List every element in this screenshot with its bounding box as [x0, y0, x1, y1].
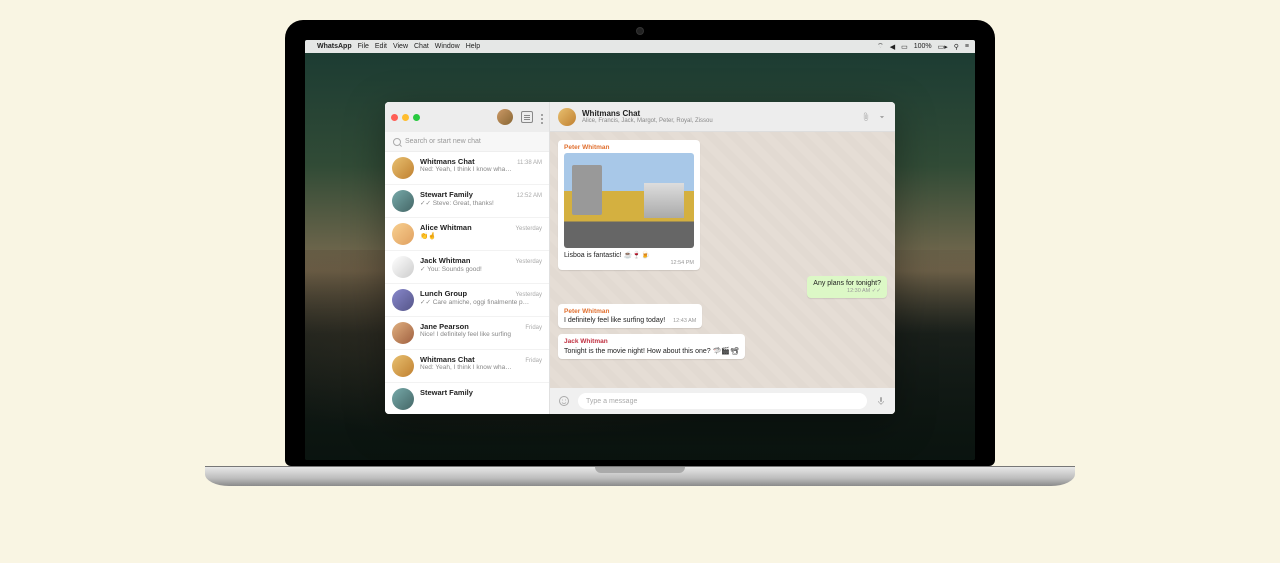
mac-menubar: WhatsApp File Edit View Chat Window Help… — [305, 40, 975, 53]
menubar-app-name[interactable]: WhatsApp — [317, 43, 352, 50]
sidebar-header — [385, 102, 549, 132]
chat-list-item[interactable]: Lunch GroupYesterday ✓✓ Care amiche, ogg… — [385, 284, 549, 317]
laptop-base — [205, 466, 1075, 486]
spotlight-icon[interactable]: ⚲ — [954, 43, 959, 51]
message-sender: Jack Whitman — [564, 338, 739, 345]
attach-icon[interactable] — [861, 112, 871, 122]
laptop-notch — [595, 467, 685, 473]
message-text: Lisboa is fantastic! ☕🍷🍺 — [564, 251, 694, 259]
message-in[interactable]: Jack Whitman Tonight is the movie night!… — [558, 334, 745, 359]
laptop-frame: WhatsApp File Edit View Chat Window Help… — [285, 20, 995, 486]
minimize-icon[interactable] — [402, 114, 409, 121]
battery-text: 100% — [914, 43, 932, 50]
message-in[interactable]: Peter Whitman I definitely feel like sur… — [558, 304, 702, 328]
message-area: Peter Whitman Lisboa is fantastic! ☕🍷🍺 1… — [550, 132, 895, 388]
chat-list-item[interactable]: Jane PearsonFriday Nice! I definitely fe… — [385, 317, 549, 350]
avatar-icon — [392, 157, 414, 179]
message-sender: Peter Whitman — [564, 308, 696, 315]
search-bar[interactable]: Search or start new chat — [385, 132, 549, 152]
menu-extras-icon[interactable]: ≡ — [965, 43, 969, 50]
chat-list-item[interactable]: Alice WhitmanYesterday 👏🤞 — [385, 218, 549, 251]
message-sender: Peter Whitman — [564, 144, 694, 151]
camera-icon — [637, 28, 643, 34]
mic-icon[interactable] — [875, 395, 887, 407]
message-text: Any plans for tonight? — [813, 280, 881, 287]
chat-list-item[interactable]: Whitmans ChatFriday Ned: Yeah, I think I… — [385, 350, 549, 383]
avatar-icon — [392, 322, 414, 344]
menu-icon[interactable] — [541, 113, 543, 122]
menu-chat[interactable]: Chat — [414, 43, 429, 50]
wifi-icon[interactable]: ⌔ — [877, 42, 884, 51]
message-input[interactable]: Type a message — [578, 393, 867, 409]
search-icon — [393, 138, 401, 146]
menu-window[interactable]: Window — [435, 43, 460, 50]
chat-participants: Alice, Francis, Jack, Margot, Peter, Roy… — [582, 118, 855, 124]
menu-edit[interactable]: Edit — [375, 43, 387, 50]
message-out[interactable]: Any plans for tonight? 12:30 AM ✓✓ — [807, 276, 887, 298]
avatar-icon — [392, 355, 414, 377]
sidebar: Search or start new chat Whitmans Chat11… — [385, 102, 550, 414]
composer: Type a message — [550, 388, 895, 414]
chat-title: Whitmans Chat — [582, 109, 855, 118]
volume-icon[interactable]: ◀ — [890, 43, 895, 51]
menu-help[interactable]: Help — [466, 43, 480, 50]
chevron-down-icon[interactable] — [877, 112, 887, 122]
message-time: 12:30 AM ✓✓ — [813, 288, 881, 294]
message-image[interactable] — [564, 153, 694, 248]
chat-list: Whitmans Chat11:38 AM Ned: Yeah, I think… — [385, 152, 549, 414]
zoom-icon[interactable] — [413, 114, 420, 121]
window-controls — [391, 114, 420, 121]
emoji-icon[interactable] — [558, 395, 570, 407]
composer-placeholder: Type a message — [586, 398, 637, 405]
chat-list-item[interactable]: Stewart Family12:52 AM ✓✓ Steve: Great, … — [385, 185, 549, 218]
desktop-screen: WhatsApp File Edit View Chat Window Help… — [305, 40, 975, 460]
chat-panel: Whitmans Chat Alice, Francis, Jack, Marg… — [550, 102, 895, 414]
profile-avatar[interactable] — [497, 109, 513, 125]
flag-icon[interactable]: ▭ — [901, 43, 908, 51]
close-icon[interactable] — [391, 114, 398, 121]
whatsapp-window: Search or start new chat Whitmans Chat11… — [385, 102, 895, 414]
screen-bezel: WhatsApp File Edit View Chat Window Help… — [285, 20, 995, 466]
avatar-icon — [392, 289, 414, 311]
new-chat-icon[interactable] — [521, 111, 533, 123]
chat-list-item[interactable]: Whitmans Chat11:38 AM Ned: Yeah, I think… — [385, 152, 549, 185]
avatar-icon — [392, 256, 414, 278]
chat-list-item[interactable]: Jack WhitmanYesterday ✓ You: Sounds good… — [385, 251, 549, 284]
chat-avatar[interactable] — [558, 108, 576, 126]
chat-header: Whitmans Chat Alice, Francis, Jack, Marg… — [550, 102, 895, 132]
message-time: 12:54 PM — [564, 260, 694, 266]
menu-file[interactable]: File — [358, 43, 369, 50]
battery-icon[interactable]: ▭▸ — [938, 43, 948, 51]
chat-list-item[interactable]: Stewart Family — [385, 383, 549, 414]
message-text: I definitely feel like surfing today! — [564, 317, 665, 324]
menu-view[interactable]: View — [393, 43, 408, 50]
message-text: Tonight is the movie night! How about th… — [564, 347, 739, 355]
avatar-icon — [392, 388, 414, 410]
search-placeholder: Search or start new chat — [405, 138, 481, 145]
avatar-icon — [392, 190, 414, 212]
avatar-icon — [392, 223, 414, 245]
message-in[interactable]: Peter Whitman Lisboa is fantastic! ☕🍷🍺 1… — [558, 140, 700, 270]
message-time: 12:43 AM — [673, 318, 696, 324]
